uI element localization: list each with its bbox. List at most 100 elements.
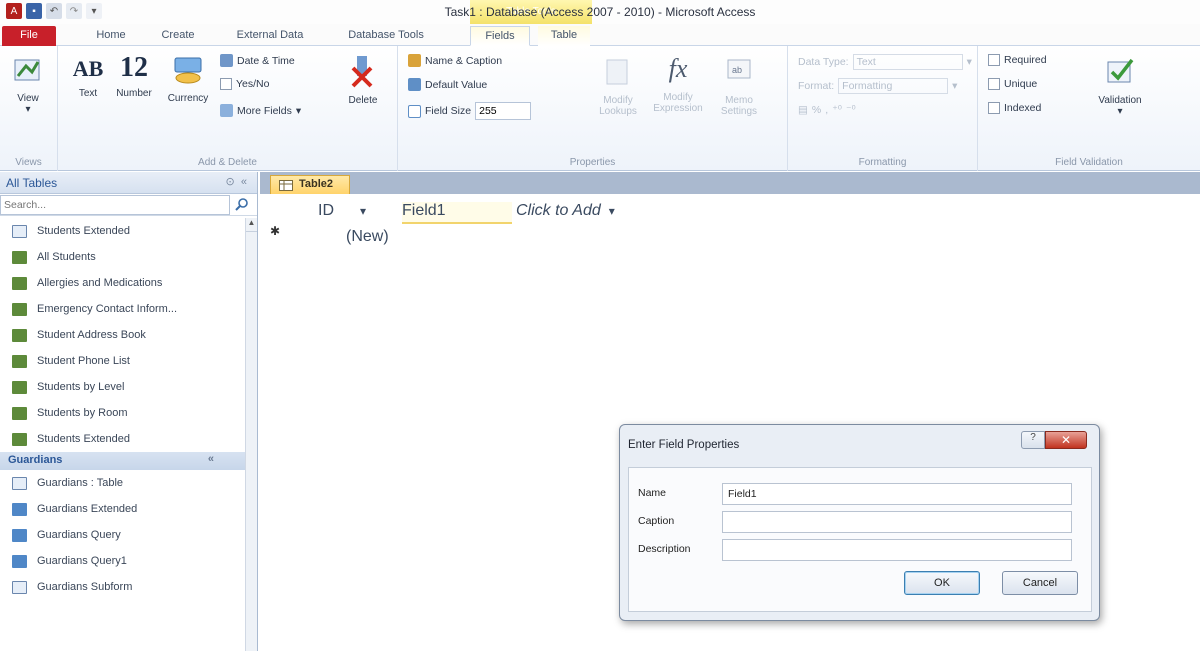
ok-button[interactable]: OK (904, 571, 980, 595)
view-button[interactable]: View ▾ (6, 54, 50, 115)
nav-item[interactable]: Students by Room (0, 400, 248, 426)
chevron-down-icon[interactable]: ▾ (360, 204, 366, 218)
nav-item[interactable]: Student Address Book (0, 322, 248, 348)
default-value-icon (408, 78, 421, 91)
tab-file[interactable]: File (2, 26, 56, 46)
help-button[interactable]: ? (1021, 431, 1045, 449)
ribbon: View ▾ Views AB Text 12 Number Currency … (0, 46, 1200, 171)
nav-item[interactable]: Students Extended (0, 218, 248, 244)
scroll-up-icon[interactable]: ▲ (246, 218, 257, 232)
percent-icon[interactable]: % (812, 104, 821, 116)
add-delete-group-label: Add & Delete (198, 157, 257, 168)
number-field-button[interactable]: 12 Number (108, 52, 160, 99)
nav-item-label: Guardians Query1 (37, 555, 127, 567)
number-format-buttons[interactable]: ▤%, ⁺⁰ ⁻⁰ (798, 104, 856, 116)
memo-settings-button[interactable]: ab Memo Settings (714, 54, 764, 117)
nav-group-header[interactable]: Guardians « (0, 452, 248, 470)
tab-home[interactable]: Home (86, 26, 136, 46)
search-icon[interactable] (235, 197, 249, 214)
table-icon (279, 180, 293, 191)
nav-item[interactable]: Students Extended (0, 426, 248, 452)
format-select[interactable]: Formatting (838, 78, 949, 94)
data-type-select[interactable]: Text (852, 54, 963, 70)
tab-table[interactable]: Table (538, 26, 590, 46)
validation-button[interactable]: Validation ▾ (1090, 54, 1150, 117)
modify-lookups-button[interactable]: Modify Lookups (594, 54, 642, 117)
caption-input[interactable] (722, 511, 1072, 533)
required-label: Required (1004, 54, 1047, 66)
column-header-id[interactable]: ID ▾ (318, 202, 366, 224)
nav-item[interactable]: Emergency Contact Inform... (0, 296, 248, 322)
column-header-click-to-add[interactable]: Click to Add ▾ (516, 202, 615, 224)
chevron-down-icon: ▾ (1117, 106, 1123, 117)
memo-settings-icon: ab (727, 59, 751, 79)
required-checkbox[interactable]: Required (988, 54, 1047, 66)
name-caption-button[interactable]: Name & Caption (408, 54, 502, 67)
column-header-label: Click to Add (516, 202, 601, 219)
tab-create[interactable]: Create (152, 26, 204, 46)
nav-item[interactable]: Student Phone List (0, 348, 248, 374)
field-size-label: Field Size (425, 105, 472, 117)
description-input[interactable] (722, 539, 1072, 561)
field-validation-group: Required Unique Indexed Validation ▾ Fie… (978, 46, 1200, 171)
nav-item[interactable]: Guardians Query1 (0, 548, 248, 574)
comma-icon[interactable]: , (825, 104, 828, 116)
nav-item-label: Emergency Contact Inform... (37, 303, 177, 315)
nav-item[interactable]: Guardians Query (0, 522, 248, 548)
tab-database-tools[interactable]: Database Tools (340, 26, 432, 46)
cancel-button[interactable]: Cancel (1002, 571, 1078, 595)
shutter-bar-close-icon[interactable]: « (241, 176, 247, 188)
unique-checkbox[interactable]: Unique (988, 78, 1037, 90)
number-label: Number (116, 88, 152, 99)
column-header-label: Field1 (402, 202, 446, 219)
text-field-button[interactable]: AB Text (70, 56, 106, 99)
tab-fields[interactable]: Fields (470, 26, 530, 46)
column-header-label: ID (318, 202, 334, 219)
modify-expression-label: Modify Expression (653, 92, 703, 114)
delete-field-button[interactable]: Delete (340, 54, 386, 106)
view-label: View (17, 93, 39, 104)
properties-group: Name & Caption Default Value Field Size … (398, 46, 788, 171)
column-header-field1[interactable]: Field1 (402, 202, 512, 224)
tab-external-data[interactable]: External Data (230, 26, 310, 46)
nav-object-list: Students Extended All Students Allergies… (0, 218, 248, 600)
document-tab-table2[interactable]: Table2 (270, 175, 350, 194)
nav-item[interactable]: Allergies and Medications (0, 270, 248, 296)
nav-item-label: All Students (37, 251, 96, 263)
report-icon (12, 380, 27, 394)
yes-no-button[interactable]: Yes/No (220, 78, 269, 90)
date-time-button[interactable]: Date & Time (220, 54, 295, 67)
nav-item[interactable]: Guardians Subform (0, 574, 248, 600)
default-value-label: Default Value (425, 78, 488, 91)
name-label: Name (638, 487, 667, 499)
nav-item[interactable]: All Students (0, 244, 248, 270)
nav-item[interactable]: Guardians : Table (0, 470, 248, 496)
modify-expression-button[interactable]: fx Modify Expression (650, 54, 706, 114)
date-time-label: Date & Time (237, 54, 295, 67)
indexed-checkbox[interactable]: Indexed (988, 102, 1041, 114)
default-value-button[interactable]: Default Value (408, 78, 487, 91)
nav-menu-icon[interactable]: ⊙ (226, 176, 235, 188)
nav-item-label: Guardians Subform (37, 581, 133, 593)
nav-scrollbar[interactable]: ▲ (245, 218, 257, 651)
report-icon (12, 328, 27, 342)
field-size-input[interactable] (475, 102, 532, 120)
nav-item-label: Students by Room (37, 407, 128, 419)
collapse-icon[interactable]: « (208, 453, 214, 465)
nav-pane-header[interactable]: All Tables ⊙ « (0, 172, 257, 194)
currency-field-button[interactable]: Currency (162, 54, 214, 104)
decrease-decimal-icon[interactable]: ⁻⁰ (846, 104, 856, 116)
name-caption-label: Name & Caption (425, 54, 503, 67)
text-field-icon: AB (72, 56, 104, 81)
chevron-down-icon[interactable]: ▾ (609, 204, 615, 218)
new-record-marker-icon[interactable]: ✱ (270, 224, 280, 238)
new-record-row[interactable]: (New) (346, 228, 389, 246)
name-input[interactable] (722, 483, 1072, 505)
nav-search-input[interactable] (0, 195, 230, 215)
more-fields-button[interactable]: More Fields ▾ (220, 104, 301, 117)
nav-item[interactable]: Students by Level (0, 374, 248, 400)
currency-format-icon[interactable]: ▤ (798, 104, 808, 116)
close-button[interactable]: ✕ (1045, 431, 1087, 449)
nav-item[interactable]: Guardians Extended (0, 496, 248, 522)
increase-decimal-icon[interactable]: ⁺⁰ (832, 104, 842, 116)
